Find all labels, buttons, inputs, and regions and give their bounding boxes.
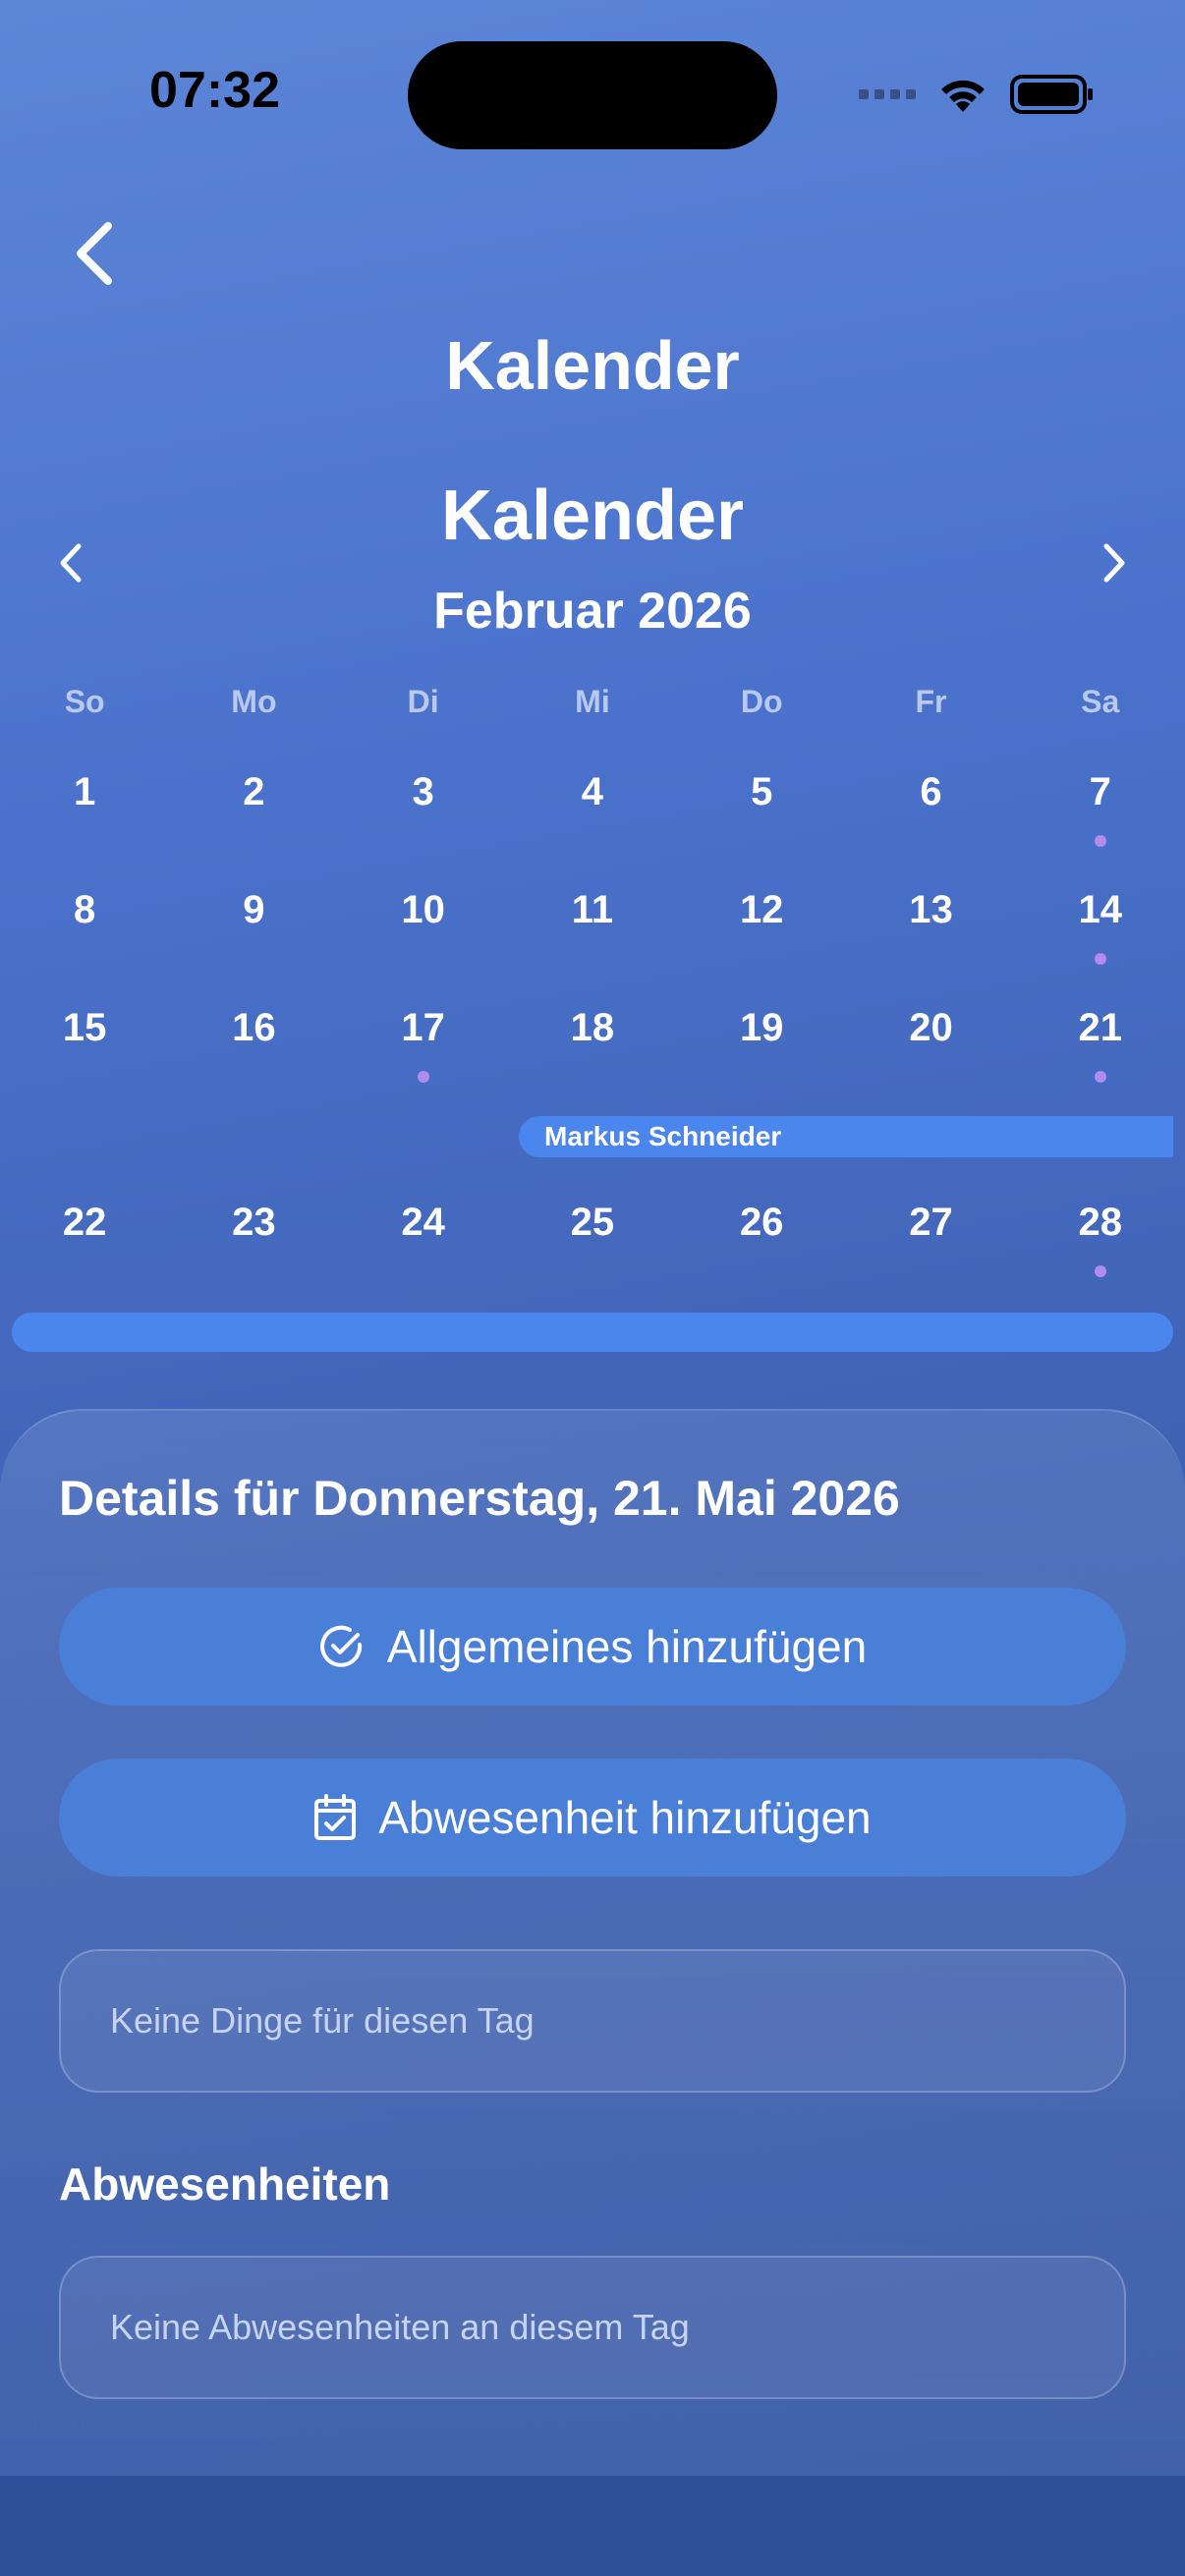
calendar-day[interactable]: 28 — [1016, 1201, 1185, 1279]
chevron-left-icon — [77, 222, 112, 285]
calendar-day[interactable]: 26 — [677, 1201, 846, 1279]
event-bar[interactable]: Markus Schneider — [519, 1116, 1173, 1157]
calendar-day[interactable]: 7 — [1016, 770, 1185, 849]
calendar-day[interactable]: 9 — [169, 888, 338, 967]
add-absence-button[interactable]: Abwesenheit hinzufügen — [59, 1759, 1126, 1876]
weekday-label: So — [64, 684, 105, 719]
calendar-week: 22 23 24 25 26 27 28 — [0, 1201, 1185, 1279]
event-indicator-dot — [1094, 835, 1106, 847]
weekday-header: So Mo Di Mi Do Fr Sa — [0, 684, 1185, 720]
event-bar-week[interactable] — [12, 1313, 1173, 1352]
back-button[interactable] — [59, 214, 128, 293]
month-label: Februar 2026 — [433, 583, 752, 640]
page-title: Kalender — [445, 327, 740, 404]
weekday-label: Sa — [1081, 684, 1120, 719]
add-general-label: Allgemeines hinzufügen — [386, 1621, 868, 1672]
details-title: Details für Donnerstag, 21. Mai 2026 — [59, 1471, 900, 1526]
calendar-day[interactable]: 5 — [677, 770, 846, 849]
event-indicator-dot — [1094, 1265, 1106, 1277]
calendar-week: 8 9 10 11 12 13 14 — [0, 888, 1185, 967]
calendar-day[interactable]: 11 — [508, 888, 677, 967]
battery-icon — [1010, 75, 1093, 114]
cellular-signal-icon — [859, 89, 916, 99]
add-general-button[interactable]: Allgemeines hinzufügen — [59, 1588, 1126, 1706]
calendar-day[interactable]: 21 — [1016, 1006, 1185, 1085]
calendar-day[interactable]: 6 — [846, 770, 1015, 849]
wifi-icon — [941, 80, 985, 112]
status-icons — [859, 71, 1093, 118]
calendar-day[interactable]: 23 — [169, 1201, 338, 1279]
absences-empty-state: Keine Abwesenheiten an diesem Tag — [59, 2256, 1126, 2399]
event-indicator-dot — [417, 1071, 429, 1083]
calendar-day[interactable]: 14 — [1016, 888, 1185, 967]
previous-month-button[interactable] — [47, 538, 96, 588]
calendar-week: 1 2 3 4 5 6 7 — [0, 770, 1185, 849]
check-circle-icon — [319, 1625, 362, 1667]
bottom-bar — [0, 2476, 1185, 2576]
calendar-day[interactable]: 1 — [0, 770, 169, 849]
add-absence-label: Abwesenheit hinzufügen — [378, 1792, 872, 1843]
weekday-label: Di — [407, 684, 439, 719]
weekday-label: Fr — [915, 684, 947, 719]
calendar-title: Kalender — [440, 476, 745, 555]
calendar-day[interactable]: 4 — [508, 770, 677, 849]
calendar-day[interactable]: 13 — [846, 888, 1015, 967]
things-empty-text: Keine Dinge für diesen Tag — [110, 2000, 535, 2041]
calendar-day[interactable]: 10 — [339, 888, 508, 967]
calendar-check-icon — [314, 1794, 357, 1840]
calendar-day[interactable]: 8 — [0, 888, 169, 967]
weekday-label: Mo — [231, 684, 277, 719]
event-indicator-dot — [1094, 1071, 1106, 1083]
calendar-day[interactable]: 2 — [169, 770, 338, 849]
calendar-week: 15 16 17 18 19 20 21 — [0, 1006, 1185, 1085]
calendar-day[interactable]: 27 — [846, 1201, 1015, 1279]
next-month-button[interactable] — [1089, 538, 1138, 588]
calendar-day[interactable]: 17 — [339, 1006, 508, 1085]
absences-empty-text: Keine Abwesenheiten an diesem Tag — [110, 2307, 690, 2347]
event-indicator-dot — [1094, 953, 1106, 965]
chevron-right-icon — [1103, 543, 1125, 583]
calendar-day[interactable]: 25 — [508, 1201, 677, 1279]
calendar-day[interactable]: 24 — [339, 1201, 508, 1279]
calendar-day[interactable]: 16 — [169, 1006, 338, 1085]
chevron-left-icon — [60, 543, 82, 583]
things-empty-state: Keine Dinge für diesen Tag — [59, 1949, 1126, 2093]
absences-section-title: Abwesenheiten — [59, 2158, 391, 2210]
calendar-day[interactable]: 18 — [508, 1006, 677, 1085]
dynamic-island — [408, 41, 777, 149]
calendar-day[interactable]: 22 — [0, 1201, 169, 1279]
calendar-day[interactable]: 12 — [677, 888, 846, 967]
calendar-day[interactable]: 19 — [677, 1006, 846, 1085]
status-time: 07:32 — [149, 62, 280, 119]
calendar-day[interactable]: 15 — [0, 1006, 169, 1085]
calendar-day[interactable]: 20 — [846, 1006, 1015, 1085]
weekday-label: Mi — [575, 684, 610, 719]
weekday-label: Do — [740, 684, 783, 719]
calendar-day[interactable]: 3 — [339, 770, 508, 849]
